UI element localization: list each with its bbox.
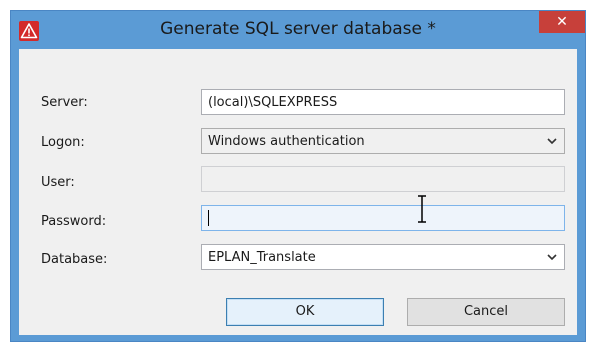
close-icon: ✕	[556, 14, 568, 30]
user-label: User:	[41, 175, 75, 190]
warning-triangle-icon	[19, 21, 39, 41]
chevron-down-icon	[547, 254, 557, 261]
database-label: Database:	[41, 252, 108, 267]
logon-label: Logon:	[41, 135, 85, 150]
server-value: (local)\SQLEXPRESS	[208, 95, 338, 110]
ibeam-cursor-icon	[418, 195, 426, 223]
dialog-body: Server: (local)\SQLEXPRESS Logon: Window…	[19, 49, 577, 335]
title-bar[interactable]: Generate SQL server database * ✕	[11, 11, 585, 49]
close-button[interactable]: ✕	[539, 11, 585, 33]
window-title: Generate SQL server database *	[160, 19, 436, 39]
database-select[interactable]: EPLAN_Translate	[201, 244, 565, 270]
dialog-window: Generate SQL server database * ✕ Server:…	[10, 10, 586, 342]
server-label: Server:	[41, 95, 88, 110]
server-input[interactable]: (local)\SQLEXPRESS	[201, 89, 565, 115]
logon-select[interactable]: Windows authentication	[201, 128, 565, 154]
cancel-button[interactable]: Cancel	[407, 298, 565, 326]
text-caret	[208, 210, 209, 226]
password-label: Password:	[41, 214, 107, 229]
database-value: EPLAN_Translate	[208, 250, 316, 265]
password-input[interactable]	[201, 205, 565, 231]
user-input[interactable]	[201, 166, 565, 192]
ok-button[interactable]: OK	[226, 298, 384, 326]
chevron-down-icon	[547, 138, 557, 145]
logon-value: Windows authentication	[208, 134, 365, 149]
